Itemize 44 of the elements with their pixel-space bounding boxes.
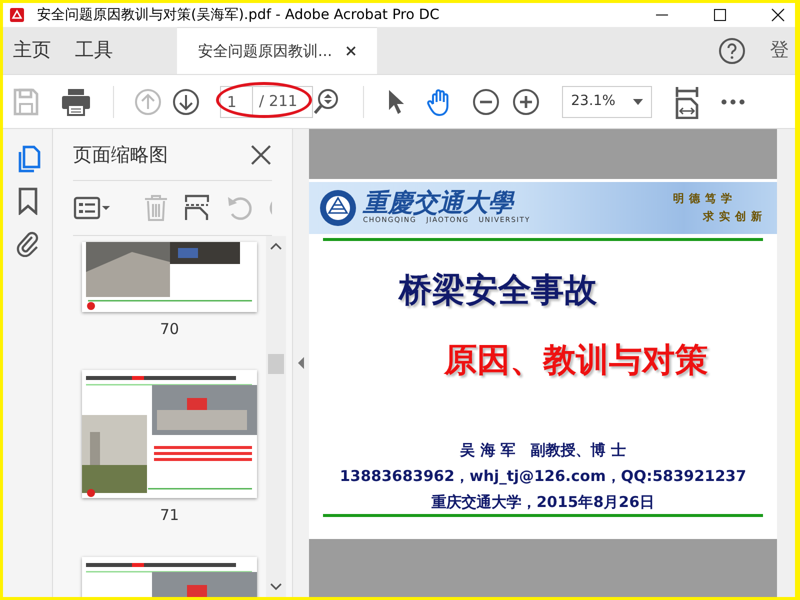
app-icon	[9, 7, 25, 23]
panel-title: 页面缩略图	[73, 143, 168, 168]
more-icon[interactable]	[720, 98, 746, 106]
close-icon[interactable]	[250, 144, 272, 166]
sign-in-link[interactable]: 登	[770, 27, 795, 74]
print-icon[interactable]	[61, 88, 91, 116]
slide-title: 桥梁安全事故	[399, 269, 598, 311]
slide-info-text: 吴 海 军 副教授、博 士	[458, 440, 627, 461]
university-name: 重慶交通大學	[363, 190, 515, 216]
motto-text: 明德笃学	[673, 190, 737, 206]
help-icon[interactable]	[718, 36, 746, 64]
collapse-icon[interactable]	[298, 357, 304, 369]
zoom-page-icon[interactable]	[313, 88, 339, 116]
zoom-out-icon[interactable]	[472, 88, 500, 116]
close-icon[interactable]	[346, 46, 356, 56]
scrollbar-track[interactable]	[777, 129, 795, 597]
scroll-up-icon[interactable]	[270, 242, 282, 250]
page-number-field[interactable]: 1	[221, 86, 253, 116]
page-down-icon[interactable]	[172, 88, 200, 116]
slide-info-text: 13883683962，whj_tj@126.com，QQ:583921237	[338, 466, 748, 487]
university-emblem-icon	[319, 189, 357, 227]
close-icon[interactable]	[771, 8, 785, 22]
scroll-down-icon[interactable]	[270, 583, 282, 591]
nav-tab[interactable]: 工具	[65, 27, 127, 74]
page-number-label: 71	[160, 505, 180, 526]
paperclip-icon[interactable]	[14, 229, 40, 257]
maximize-icon[interactable]	[713, 8, 727, 22]
document-tab[interactable]: 安全问题原因教训...	[177, 27, 377, 74]
zoom-in-icon[interactable]	[512, 88, 540, 116]
scrollbar-thumb[interactable]	[268, 354, 284, 374]
caret-icon	[633, 98, 643, 104]
window-title: 安全问题原因教训与对策(吴海军).pdf - Adobe Acrobat Pro DC	[37, 6, 440, 24]
zoom-dropdown[interactable]: 23.1%	[562, 86, 652, 118]
nav-tab[interactable]: 主页	[3, 27, 65, 74]
pointer-icon[interactable]	[386, 88, 406, 116]
page-number-label: 70	[160, 318, 180, 340]
slide-info-text: 重庆交通大学，2015年8月26日	[430, 492, 656, 513]
page-total: / 211	[258, 91, 298, 112]
bookmark-icon[interactable]	[18, 187, 38, 215]
options-icon[interactable]	[73, 196, 111, 220]
fit-page-icon[interactable]	[674, 84, 700, 118]
extract-page-icon[interactable]	[185, 194, 209, 222]
motto-text: 求实创新	[703, 209, 767, 225]
slide-title: 原因、教训与对策	[444, 338, 709, 380]
